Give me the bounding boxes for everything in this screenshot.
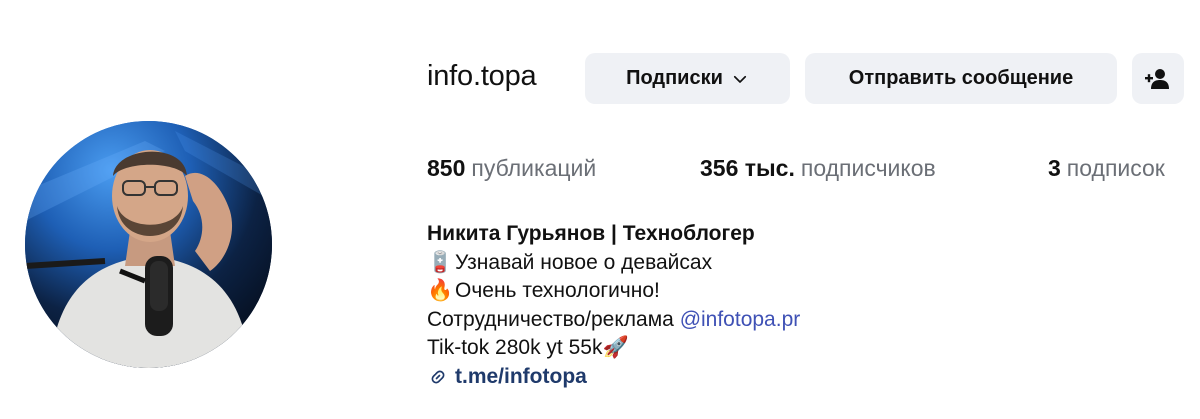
bio-link-text: t.me/infotopa [455, 364, 587, 388]
profile-username: info.topa [427, 60, 537, 92]
following-stat[interactable]: 3 подписок [1048, 155, 1165, 182]
bio-line-4-text: Tik-tok 280k yt 55k [427, 336, 603, 359]
bio-line-1: 🪫Узнавай новое о девайсах [427, 249, 800, 278]
posts-count: 850 [427, 155, 466, 181]
bio-line-2-text: Очень технологично! [455, 279, 660, 302]
suggested-users-button[interactable] [1132, 53, 1184, 104]
posts-stat: 850 публикаций [427, 155, 596, 182]
low-battery-emoji-icon: 🪫 [427, 250, 454, 274]
bio-line-3: Сотрудничество/реклама @infotopa.pr [427, 306, 800, 335]
send-message-button[interactable]: Отправить сообщение [805, 53, 1117, 104]
rocket-emoji-icon: 🚀 [602, 336, 629, 359]
following-label: подписок [1066, 155, 1165, 181]
following-dropdown-button[interactable]: Подписки [585, 53, 790, 104]
bio-full-name: Никита Гурьянов | Техноблогер [427, 222, 755, 245]
profile-avatar[interactable] [25, 121, 272, 368]
bio-line-4: Tik-tok 280k yt 55k🚀 [427, 334, 800, 363]
bio-line-2: 🔥Очень технологично! [427, 277, 800, 306]
bio-external-link[interactable]: t.me/infotopa [427, 363, 800, 392]
fire-emoji-icon: 🔥 [427, 279, 454, 302]
profile-bio: Никита Гурьянов | Техноблогер 🪫Узнавай н… [427, 220, 800, 391]
posts-label: публикаций [471, 155, 597, 181]
following-button-label: Подписки [626, 67, 723, 89]
followers-label: подписчиков [800, 155, 936, 181]
bio-line-1-text: Узнавай новое о девайсах [455, 250, 713, 274]
chevron-down-icon [733, 75, 746, 83]
following-count: 3 [1048, 155, 1061, 181]
bio-mention-link[interactable]: @infotopa.pr [680, 308, 801, 331]
bio-line-3-text: Сотрудничество/реклама [427, 307, 674, 331]
avatar-photo [25, 121, 272, 368]
link-icon [431, 370, 445, 383]
send-message-label: Отправить сообщение [848, 67, 1074, 89]
followers-stat[interactable]: 356 тыс. подписчиков [700, 155, 936, 182]
followers-count: 356 тыс. [700, 155, 795, 181]
person-plus-icon [1145, 68, 1169, 89]
